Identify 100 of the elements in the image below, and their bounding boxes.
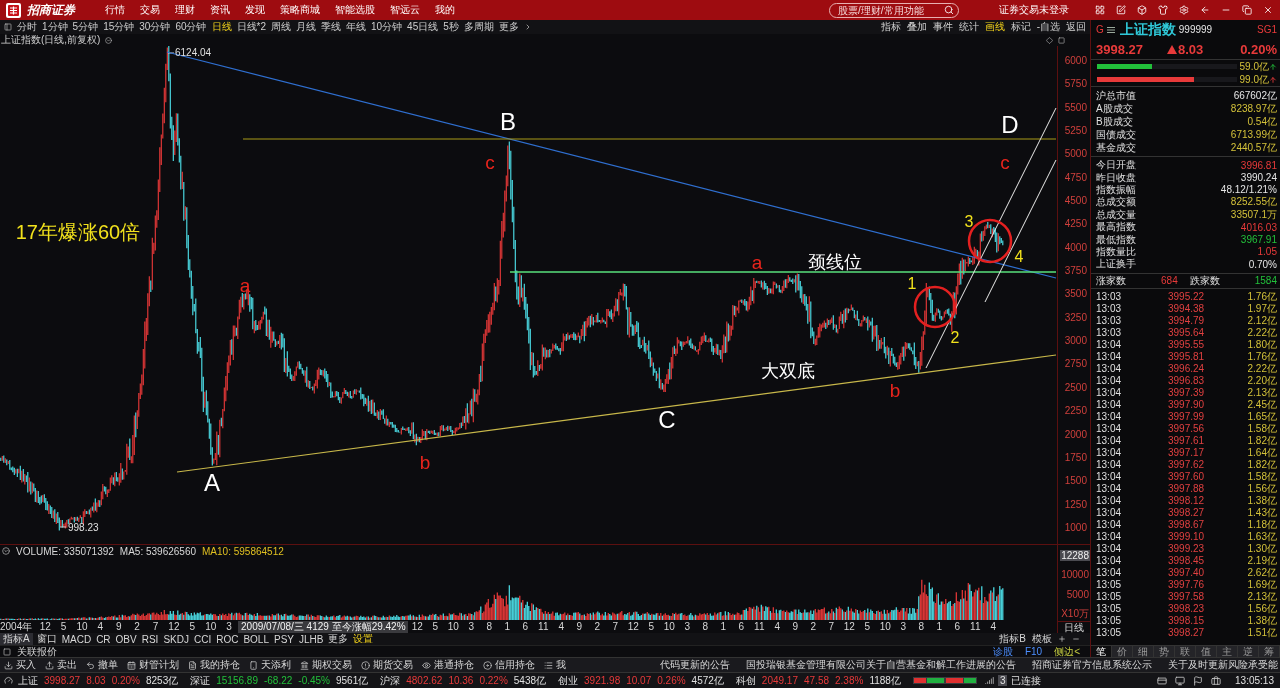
tick-time: 13:04 [1096,411,1123,422]
index-percent: 0.20% [111,675,140,686]
indicator-button[interactable]: MACD [61,633,92,645]
toolbar-button[interactable]: 事件 [932,20,953,34]
action-button[interactable]: 卖出 [45,658,77,672]
action-button[interactable]: 期权交易 [300,658,352,672]
action-button[interactable]: 信用持仓 [483,658,535,672]
tick-amount: 1.63亿 [1247,529,1277,544]
period-tab[interactable]: 多周期 [463,20,494,34]
menu-item[interactable]: 发现 [245,3,265,17]
menu-item[interactable]: 智远云 [390,3,420,17]
period-tab[interactable]: 45日线 [407,20,439,34]
restore-icon[interactable] [1242,5,1252,15]
indicator-button[interactable]: 模板 [1032,632,1052,646]
menu-item[interactable]: 我的 [435,3,455,17]
tick-price: 3997.39 [1168,387,1205,398]
toolbar-button[interactable]: 指标 [880,20,901,34]
action-button[interactable]: 天添利 [249,658,291,672]
period-tab[interactable]: 30分钟 [139,20,171,34]
search-icon[interactable] [944,5,954,15]
diamond-icon[interactable] [1046,36,1053,44]
tick-price: 3995.22 [1168,291,1205,302]
price-axis-label: 5500 [1064,101,1087,113]
flag-icon[interactable] [1193,675,1204,686]
toolbar-button[interactable]: 画线 [984,20,1005,34]
indicator-button[interactable]: CR [96,633,111,645]
menu-icon[interactable] [1106,25,1115,34]
action-button[interactable]: 期货交易 [361,658,413,672]
indicator-button[interactable]: SKDJ [163,633,189,645]
more-link[interactable]: 更多 [498,20,519,34]
menu-item[interactable]: 理财 [175,3,195,17]
indicator-button[interactable]: CCI [193,633,212,645]
menu-item[interactable]: 智能选股 [335,3,375,17]
index-name: 创业 [558,673,579,688]
action-button[interactable]: 撤单 [86,658,118,672]
back-icon[interactable] [1200,5,1210,15]
gauge-icon[interactable] [4,676,13,685]
cube-icon[interactable] [1137,5,1147,15]
action-button[interactable]: 港通持仓 [422,658,474,672]
indicator-button[interactable]: RSI [141,633,159,645]
indicator-button[interactable]: JLHB [299,633,324,645]
indicator-tab[interactable]: 指标A [0,633,33,645]
stat-value: 8238.97亿 [1230,101,1277,116]
period-tab[interactable]: 60分钟 [175,20,207,34]
tick-amount: 1.58亿 [1247,469,1277,484]
news-link[interactable]: 代码更新的公告 [660,658,730,672]
card-icon[interactable] [1157,675,1168,686]
period-tab[interactable]: 10分钟 [370,20,403,34]
indicator-button[interactable]: PSY [274,633,294,645]
indicator-button[interactable]: ROC [216,633,239,645]
edit-icon[interactable] [1116,5,1126,15]
panel-link[interactable]: 侧边< [1054,644,1080,659]
news-link[interactable]: 国投瑞银基金管理有限公司关于自营基金和解工作进展的公告 [746,658,1016,672]
news-link[interactable]: 关于及时更新风险承受能 [1168,658,1278,672]
period-tab[interactable]: 分时 [17,20,37,34]
panel-link[interactable]: F10 [1024,646,1043,657]
period-tab[interactable]: 周线 [270,20,291,34]
close-icon[interactable] [1263,5,1273,15]
collapse-icon[interactable] [2,547,10,555]
period-tab[interactable]: 15分钟 [103,20,135,34]
toolbar-button[interactable]: 标记 [1010,20,1031,34]
shirt-icon[interactable] [1158,5,1168,15]
action-button[interactable]: 买入 [4,658,36,672]
menu-item[interactable]: 策略商城 [280,3,320,17]
menu-item[interactable]: 交易 [140,3,160,17]
more-button[interactable]: 更多 [328,632,349,646]
toolbar-button[interactable]: 返回 [1066,20,1086,34]
panel-link[interactable]: 诊股 [992,644,1013,659]
period-tab[interactable]: 1分钟 [42,20,68,34]
dropdown-icon[interactable] [105,36,113,44]
menu-item[interactable]: 资讯 [210,3,230,17]
period-tab[interactable]: 5分钟 [72,20,99,34]
toolbar-button[interactable]: 统计 [958,20,979,34]
period-tab[interactable]: 季线 [320,20,341,34]
grid-icon[interactable] [1095,5,1105,15]
period-tab[interactable]: 日线 [211,20,232,34]
indicator-button[interactable]: 指标B [999,632,1026,646]
panel-toggle-icon[interactable] [4,23,12,31]
toolbar-button[interactable]: 叠加 [906,20,927,34]
period-tab[interactable]: 年线 [345,20,366,34]
monitor-icon[interactable] [1175,675,1186,686]
stat-label: 最高指数 [1096,220,1136,235]
window-button[interactable]: 窗口 [36,632,57,646]
toolbar-button[interactable]: -自选 [1036,20,1060,34]
period-tab[interactable]: 5秒 [443,20,459,34]
briefcase-icon[interactable] [1211,675,1222,686]
settings-icon[interactable] [1179,5,1189,15]
action-button[interactable]: 我的持仓 [188,658,240,672]
indicator-button[interactable]: OBV [115,633,137,645]
period-tab[interactable]: 日线*2 [236,20,266,34]
news-link[interactable]: 招商证券官方信息系统公示 [1032,658,1152,672]
action-button[interactable]: 财管计划 [127,658,179,672]
tick-amount: 2.62亿 [1247,565,1277,580]
action-button[interactable]: 我 [544,658,566,672]
menu-item[interactable]: 行情 [105,3,125,17]
indicator-button[interactable]: BOLL [243,633,269,645]
settings-link[interactable]: 设置 [353,632,374,646]
plus-icon[interactable] [1058,635,1066,643]
period-tab[interactable]: 月线 [295,20,316,34]
price-axis-label: 3500 [1064,288,1087,300]
